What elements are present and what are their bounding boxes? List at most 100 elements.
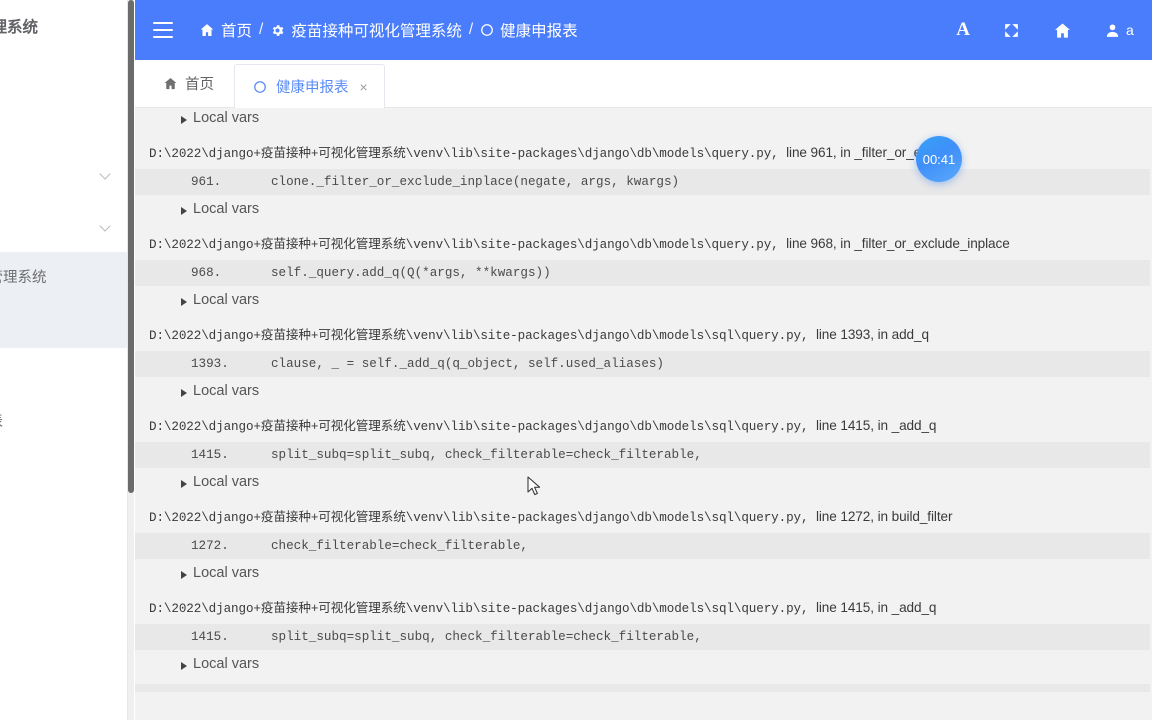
code-source: split_subq=split_subq, check_filterable=… (271, 630, 702, 644)
circle-icon (480, 23, 494, 37)
sidebar-item-user-table[interactable]: 户表 (0, 540, 127, 588)
code-line-number: 1272. (191, 539, 229, 553)
top-header-bar: 首页 / 疫苗接种可视化管理系统 / 健康申报表 A a (135, 0, 1152, 60)
local-vars-label: Local vars (193, 110, 260, 126)
breadcrumb-item-home[interactable]: 首页 (199, 19, 252, 41)
sidebar-title: 种可视化管理系统 (0, 19, 39, 36)
app-root: 种可视化管理系统 unts l Accounts 接种可视化管理系统 康申报表 … (0, 0, 1152, 720)
sidebar-group-accounts[interactable]: unts (0, 148, 127, 200)
sidebar-item-region-registration[interactable]: 入地区登记表 (0, 396, 127, 444)
frame-path: D:\2022\django+疫苗接种+可视化管理系统\venv\lib\sit… (135, 405, 1152, 442)
frame-file: D:\2022\django+疫苗接种+可视化管理系统\venv\lib\sit… (149, 147, 779, 161)
tab-home-label: 首页 (185, 76, 214, 93)
local-vars-toggle[interactable]: Local vars (135, 468, 1152, 496)
breadcrumb-separator: / (468, 21, 474, 38)
code-line-number: 1415. (191, 630, 229, 644)
local-vars-label: Local vars (193, 565, 260, 581)
triangle-right-icon (181, 662, 187, 670)
frame-code: 968. self._query.add_q(Q(*args, **kwargs… (135, 260, 1150, 286)
gear-icon (270, 23, 285, 38)
frame-line-ref: line 1415, in _add_q (815, 600, 937, 615)
local-vars-toggle[interactable]: Local vars (135, 195, 1152, 223)
main-area: 首页 / 疫苗接种可视化管理系统 / 健康申报表 A a 首页 健康申报表 × … (135, 0, 1152, 720)
user-menu[interactable]: a (1104, 22, 1136, 39)
breadcrumb-label: 首页 (221, 23, 253, 40)
frame-path: D:\2022\django+疫苗接种+可视化管理系统\venv\lib\sit… (135, 496, 1152, 533)
local-vars-toggle[interactable]: Local vars (135, 108, 1152, 132)
triangle-right-icon (181, 571, 187, 579)
local-vars-toggle[interactable]: Local vars (135, 559, 1152, 587)
traceback-list: Local vars D:\2022\django+疫苗接种+可视化管理系统\v… (135, 108, 1152, 692)
home-icon (163, 76, 178, 91)
traceback-frame: D:\2022\django+疫苗接种+可视化管理系统\venv\lib\sit… (135, 587, 1152, 678)
close-icon[interactable]: × (360, 79, 368, 95)
code-source: split_subq=split_subq, check_filterable=… (271, 448, 702, 462)
sidebar-group-vaccine-system[interactable]: 接种可视化管理系统 (0, 252, 127, 300)
code-source: check_filterable=check_filterable, (271, 539, 528, 553)
local-vars-toggle[interactable]: Local vars (135, 286, 1152, 314)
sidebar-item-label: l Accounts (0, 218, 93, 234)
tab-home[interactable]: 首页 (143, 59, 234, 107)
frame-file: D:\2022\django+疫苗接种+可视化管理系统\venv\lib\sit… (149, 602, 809, 616)
frame-code: 1415. split_subq=split_subq, check_filte… (135, 442, 1150, 468)
chevron-down-icon (99, 219, 113, 233)
local-vars-toggle[interactable]: Local vars (135, 377, 1152, 405)
frame-code: 961. clone._filter_or_exclude_inplace(ne… (135, 169, 1150, 195)
breadcrumb-item-system[interactable]: 疫苗接种可视化管理系统 (270, 19, 462, 41)
frame-code: 1415. split_subq=split_subq, check_filte… (135, 624, 1150, 650)
frame-path: D:\2022\django+疫苗接种+可视化管理系统\venv\lib\sit… (135, 132, 1152, 169)
sidebar-item-health-declaration[interactable]: 康申报表 (0, 300, 127, 348)
triangle-right-icon (181, 298, 187, 306)
breadcrumb: 首页 / 疫苗接种可视化管理系统 / 健康申报表 (199, 19, 956, 41)
chevron-down-icon (99, 167, 113, 181)
frame-line-ref: line 968, in _filter_or_exclude_inplace (786, 236, 1010, 251)
tab-health-declaration[interactable]: 健康申报表 × (234, 64, 385, 108)
breadcrumb-label: 疫苗接种可视化管理系统 (291, 23, 462, 40)
traceback-frame: D:\2022\django+疫苗接种+可视化管理系统\venv\lib\sit… (135, 496, 1152, 587)
triangle-right-icon (181, 207, 187, 215)
sidebar: 种可视化管理系统 unts l Accounts 接种可视化管理系统 康申报表 … (0, 0, 128, 720)
sidebar-scrollbar-thumb[interactable] (128, 0, 134, 493)
breadcrumb-label: 健康申报表 (500, 23, 578, 40)
home-icon[interactable] (1053, 21, 1072, 40)
local-vars-label: Local vars (193, 383, 260, 399)
session-timer-badge[interactable]: 00:41 (916, 136, 962, 182)
local-vars-toggle[interactable]: Local vars (135, 650, 1152, 678)
triangle-right-icon (181, 116, 187, 124)
home-icon (199, 22, 215, 38)
traceback-frame: D:\2022\django+疫苗接种+可视化管理系统\venv\lib\sit… (135, 405, 1152, 496)
code-line-number: 1393. (191, 357, 229, 371)
frame-file: D:\2022\django+疫苗接种+可视化管理系统\venv\lib\sit… (149, 511, 809, 525)
frame-line-ref: line 1393, in add_q (815, 327, 929, 342)
tab-label: 健康申报表 (276, 80, 349, 96)
sidebar-group-local-accounts[interactable]: l Accounts (0, 200, 127, 252)
traceback-next-frame-partial (135, 684, 1150, 692)
breadcrumb-item-current: 健康申报表 (480, 19, 578, 41)
frame-file: D:\2022\django+疫苗接种+可视化管理系统\venv\lib\sit… (149, 420, 809, 434)
hamburger-icon[interactable] (153, 22, 173, 38)
breadcrumb-separator: / (259, 21, 264, 38)
code-source: self._query.add_q(Q(*args, **kwargs)) (271, 266, 551, 280)
traceback-frame: D:\2022\django+疫苗接种+可视化管理系统\venv\lib\sit… (135, 132, 1152, 223)
frame-code: 1272. check_filterable=check_filterable, (135, 533, 1150, 559)
sidebar-item-nucleic-appointment[interactable]: 酸预约表 (0, 492, 127, 540)
traceback-frame: D:\2022\django+疫苗接种+可视化管理系统\venv\lib\sit… (135, 314, 1152, 405)
user-icon (1104, 22, 1121, 39)
sidebar-item-message-board[interactable]: 言板表 (0, 588, 127, 636)
frame-line-ref: line 1272, in build_filter (815, 509, 953, 524)
expand-arrows-icon[interactable] (1002, 21, 1021, 40)
traceback-panel: Local vars D:\2022\django+疫苗接种+可视化管理系统\v… (135, 108, 1152, 720)
local-vars-label: Local vars (193, 656, 260, 672)
sidebar-item-order-history[interactable]: 史订单表 (0, 444, 127, 492)
frame-line-ref: line 1415, in _add_q (815, 418, 937, 433)
frame-path: D:\2022\django+疫苗接种+可视化管理系统\venv\lib\sit… (135, 314, 1152, 351)
sidebar-item-report-info[interactable]: 告信息表 (0, 348, 127, 396)
tab-bar: 首页 健康申报表 × (135, 60, 1152, 108)
local-vars-label: Local vars (193, 474, 260, 490)
font-size-button[interactable]: A (956, 19, 970, 41)
user-name-label: a (1126, 22, 1134, 38)
circle-icon (253, 80, 267, 94)
code-line-number: 1415. (191, 448, 229, 462)
sidebar-item-label: unts (0, 166, 93, 182)
